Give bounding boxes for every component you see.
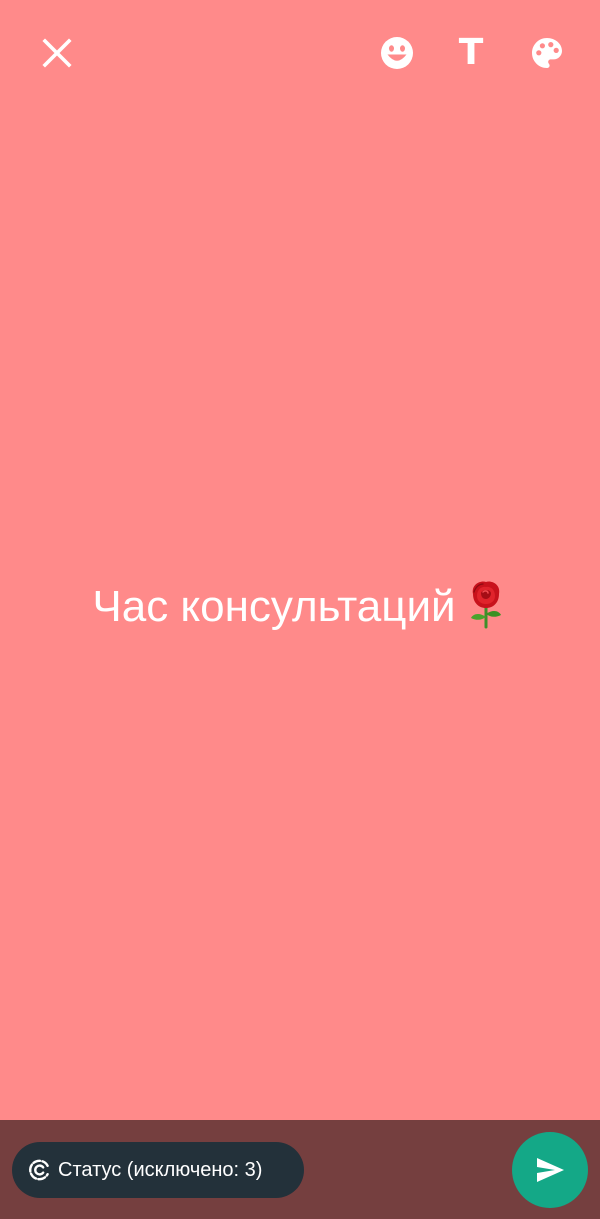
palette-icon [532, 38, 562, 68]
emoji-button[interactable] [369, 25, 425, 81]
emoji-icon [381, 37, 413, 69]
status-footer: Статус (исключено: 3) [0, 1120, 600, 1219]
status-text-canvas[interactable]: Час консультаций [0, 575, 600, 647]
text-style-button[interactable]: T [443, 25, 499, 81]
close-button[interactable] [29, 25, 85, 81]
editor-toolbar: T [0, 0, 600, 108]
color-palette-button[interactable] [519, 25, 575, 81]
status-text: Час консультаций [92, 582, 456, 631]
send-icon [537, 1158, 564, 1182]
close-icon [42, 38, 72, 68]
status-audience-label: Статус (исключено: 3) [58, 1158, 263, 1181]
status-text-editor: T Час консультаций Статус (исключено: 3) [0, 0, 600, 1219]
status-audience-chip[interactable]: Статус (исключено: 3) [12, 1142, 304, 1198]
status-ring-icon [29, 1159, 49, 1181]
text-icon: T [458, 32, 484, 73]
send-button[interactable] [512, 1132, 588, 1208]
rose-emoji [464, 579, 508, 647]
